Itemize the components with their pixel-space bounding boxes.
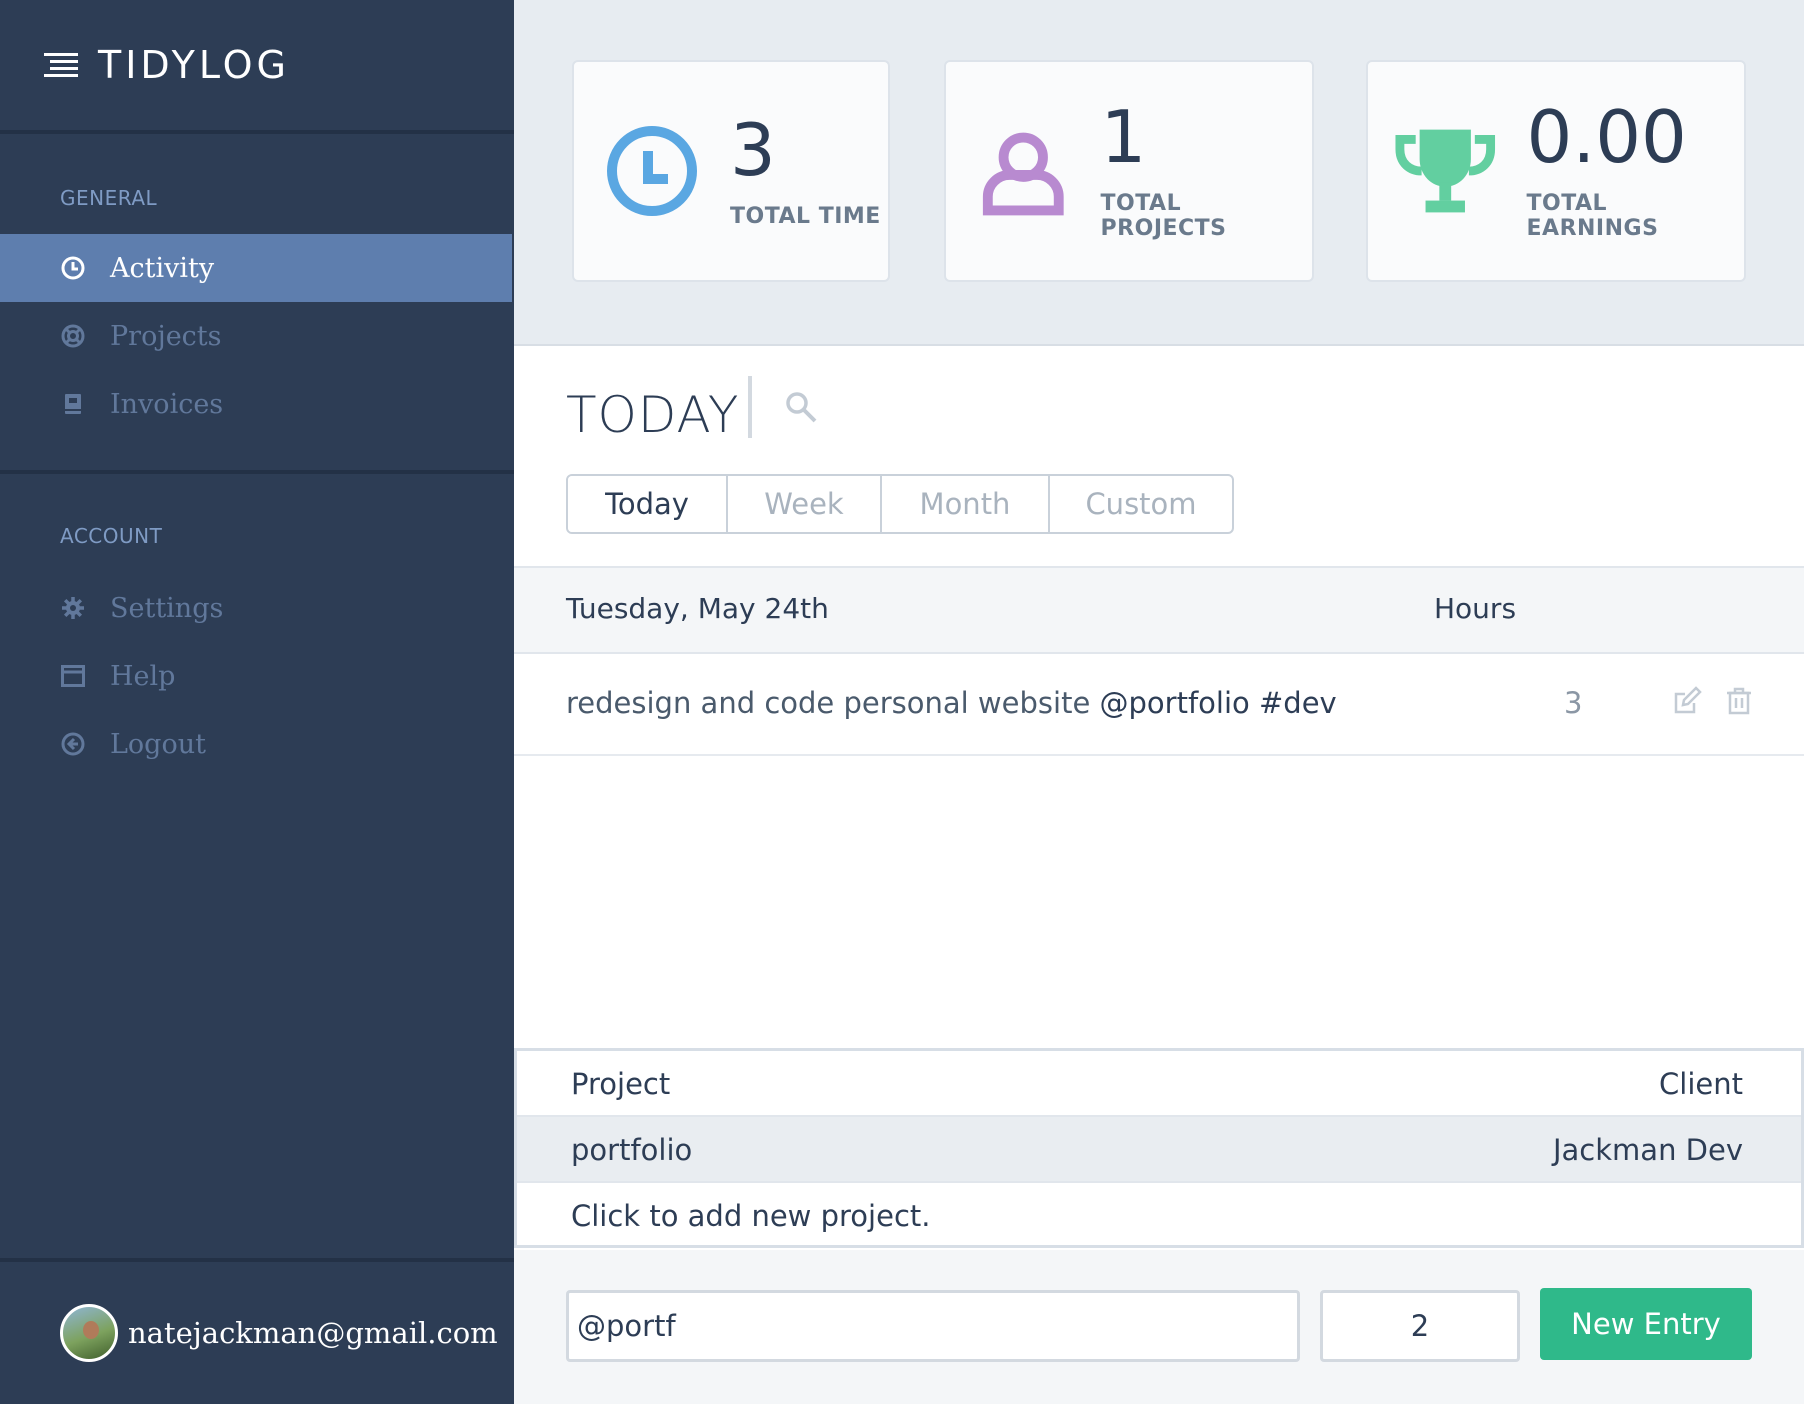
- client-name: Jackman Dev: [1552, 1133, 1743, 1167]
- new-entry-bar: New Entry: [514, 1250, 1804, 1404]
- entry-tag: #dev: [1258, 686, 1337, 720]
- stat-label: TOTAL PROJECTS: [1100, 191, 1227, 241]
- gear-icon: [60, 595, 86, 621]
- tab-month[interactable]: Month: [882, 476, 1050, 532]
- entry-project: @portfolio: [1099, 686, 1250, 720]
- project-list-header: Project Client: [517, 1051, 1801, 1117]
- activity-content: TODAY Today Week Month Custom Tuesday, M…: [514, 346, 1804, 1404]
- clock-icon: [607, 126, 697, 216]
- project-column-header: Project: [571, 1067, 671, 1101]
- add-project-row[interactable]: Click to add new project.: [517, 1183, 1801, 1249]
- back-arrow-icon: [60, 731, 86, 757]
- trash-icon[interactable]: [1724, 686, 1754, 716]
- edit-icon[interactable]: [1672, 686, 1702, 716]
- sidebar-item-label: Settings: [110, 592, 224, 624]
- entry-hours-input[interactable]: [1320, 1290, 1520, 1362]
- list-item[interactable]: portfolio Jackman Dev: [517, 1117, 1801, 1183]
- day-header: Tuesday, May 24th Hours: [514, 566, 1804, 654]
- user-email: natejackman@gmail.com: [128, 1316, 498, 1350]
- tab-today[interactable]: Today: [568, 476, 728, 532]
- user-icon: [982, 132, 1064, 216]
- sidebar-item-projects[interactable]: Projects: [0, 302, 512, 370]
- stat-card-total-earnings: 0.00 TOTAL EARNINGS: [1366, 60, 1746, 282]
- main-panel: 3 TOTAL TIME 1 TOTAL PROJECTS 0.00 TOTAL…: [514, 0, 1804, 1404]
- stats-bar: 3 TOTAL TIME 1 TOTAL PROJECTS 0.00 TOTAL…: [514, 0, 1804, 346]
- sidebar-item-invoices[interactable]: Invoices: [0, 370, 512, 438]
- entry-hours: 3: [1564, 686, 1583, 720]
- avatar[interactable]: [60, 1304, 118, 1362]
- add-project-label: Click to add new project.: [571, 1199, 931, 1233]
- sidebar-item-settings[interactable]: Settings: [0, 574, 512, 642]
- sidebar-divider: [0, 470, 514, 474]
- brand-logo: TIDYLOG: [98, 43, 290, 87]
- sidebar-item-help[interactable]: Help: [0, 642, 512, 710]
- sidebar-header: TIDYLOG: [0, 0, 514, 134]
- tab-week[interactable]: Week: [728, 476, 882, 532]
- entry-description: redesign and code personal website @port…: [566, 686, 1337, 720]
- stat-label: TOTAL EARNINGS: [1526, 191, 1659, 241]
- sidebar-item-label: Projects: [110, 320, 222, 352]
- sidebar-item-label: Activity: [110, 252, 215, 284]
- project-suggestions: Project Client portfolio Jackman Dev Cli…: [514, 1048, 1804, 1248]
- hamburger-menu-icon[interactable]: [44, 53, 78, 77]
- sidebar-item-label: Logout: [110, 728, 206, 760]
- trophy-icon: [1395, 129, 1496, 213]
- stat-card-total-time: 3 TOTAL TIME: [572, 60, 890, 282]
- title-divider: [748, 376, 752, 438]
- client-column-header: Client: [1659, 1067, 1743, 1101]
- new-entry-button[interactable]: New Entry: [1540, 1288, 1752, 1360]
- project-name: portfolio: [571, 1133, 693, 1167]
- stat-value: 0.00: [1526, 95, 1687, 179]
- user-profile[interactable]: natejackman@gmail.com: [0, 1258, 514, 1404]
- stat-value: 1: [1100, 95, 1147, 179]
- table-row[interactable]: redesign and code personal website @port…: [514, 654, 1804, 756]
- book-icon: [60, 391, 86, 417]
- stat-value: 3: [730, 107, 776, 192]
- section-label-general: GENERAL: [60, 186, 158, 210]
- entry-description-input[interactable]: [566, 1290, 1300, 1362]
- sidebar-item-label: Help: [110, 660, 176, 692]
- hours-column-header: Hours: [1434, 592, 1517, 625]
- section-label-account: ACCOUNT: [60, 524, 163, 548]
- page-title: TODAY: [566, 386, 740, 444]
- range-tabs: Today Week Month Custom: [566, 474, 1234, 534]
- window-icon: [60, 663, 86, 689]
- entry-text: redesign and code personal website: [566, 686, 1091, 720]
- stat-card-total-projects: 1 TOTAL PROJECTS: [944, 60, 1314, 282]
- sidebar-item-activity[interactable]: Activity: [0, 234, 512, 302]
- sidebar-item-logout[interactable]: Logout: [0, 710, 512, 778]
- day-date: Tuesday, May 24th: [566, 592, 829, 625]
- search-icon[interactable]: [784, 390, 818, 424]
- lifebuoy-icon: [60, 323, 86, 349]
- sidebar: TIDYLOG GENERAL Activity Projects Invoic…: [0, 0, 514, 1404]
- stat-label: TOTAL TIME: [730, 203, 881, 229]
- sidebar-item-label: Invoices: [110, 388, 224, 420]
- clock-icon: [60, 255, 86, 281]
- tab-custom[interactable]: Custom: [1050, 476, 1232, 532]
